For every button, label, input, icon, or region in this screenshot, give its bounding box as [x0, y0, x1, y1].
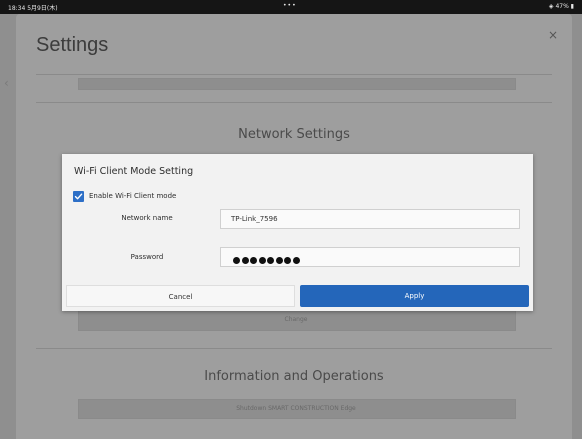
password-label: Password: [130, 253, 164, 261]
status-time: 18:34 5月9日(木): [8, 5, 58, 12]
multitasking-dots[interactable]: •••: [283, 2, 297, 9]
password-dot: [233, 257, 240, 264]
divider: [36, 348, 552, 349]
password-dot: [292, 257, 300, 264]
shutdown-label: Shutdown SMART CONSTRUCTION Edge: [236, 405, 356, 412]
close-icon[interactable]: ×: [548, 28, 558, 42]
network-name-input[interactable]: TP-Link_7596: [220, 209, 520, 229]
wifi-client-mode-dialog: Wi-Fi Client Mode Setting Enable Wi-Fi C…: [62, 154, 533, 311]
password-mask: [233, 253, 301, 271]
enable-wifi-client-label: Enable Wi-Fi Client mode: [89, 192, 177, 200]
password-dot: [267, 257, 274, 264]
information-heading: Information and Operations: [204, 369, 384, 384]
settings-field-ghost: [78, 78, 516, 90]
dialog-title: Wi-Fi Client Mode Setting: [74, 166, 194, 177]
password-dot: [284, 257, 291, 264]
network-name-label: Network name: [121, 214, 173, 222]
network-change-label: Change: [284, 316, 308, 323]
status-bar: 18:34 5月9日(木) ••• ◈ 47% ▮: [0, 0, 582, 14]
enable-wifi-client-checkbox[interactable]: [73, 191, 84, 202]
settings-title: Settings: [36, 34, 109, 56]
apply-button[interactable]: Apply: [300, 285, 529, 307]
divider: [36, 74, 552, 75]
divider: [36, 102, 552, 103]
password-input[interactable]: [220, 247, 520, 267]
password-dot: [258, 257, 266, 264]
password-dot: [250, 257, 257, 264]
cancel-button[interactable]: Cancel: [66, 285, 295, 307]
checkmark-icon: [74, 193, 83, 200]
status-indicators: ◈ 47% ▮: [548, 3, 574, 10]
network-settings-heading: Network Settings: [238, 127, 350, 142]
password-dot: [241, 257, 249, 264]
password-dot: [275, 257, 283, 264]
back-arrow-icon: ‹: [4, 76, 9, 90]
